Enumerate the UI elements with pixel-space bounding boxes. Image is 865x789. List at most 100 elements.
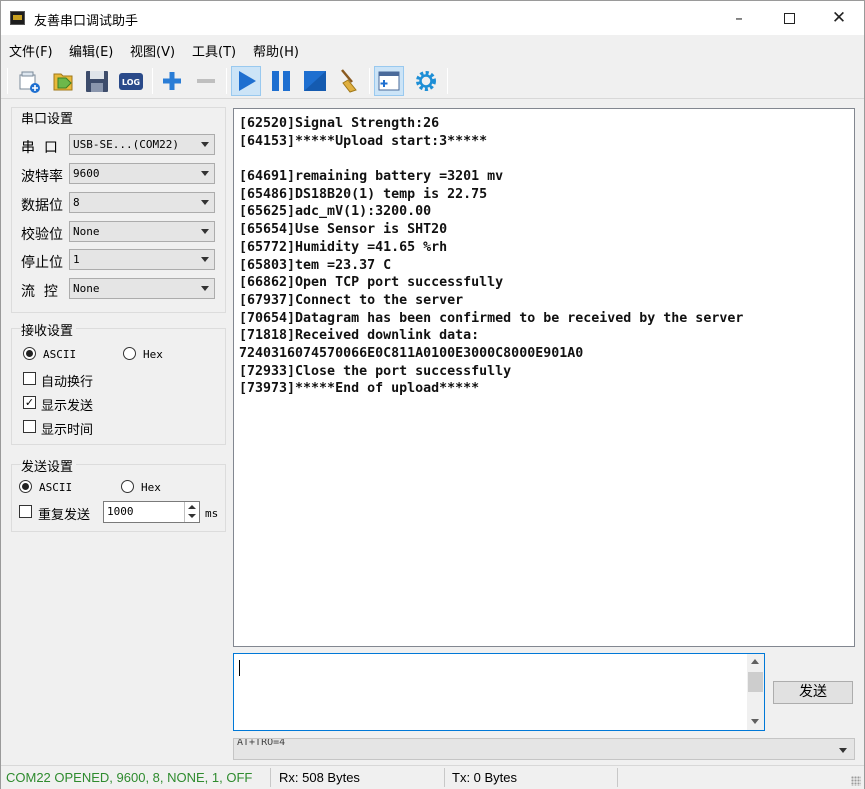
send-history-select[interactable]: AT+TRO=4 <box>233 738 855 760</box>
log-line: [62520]Signal Strength:26 <box>239 116 440 131</box>
minimize-button[interactable]: – <box>714 1 764 35</box>
menu-tools[interactable]: 工具(T) <box>192 41 236 60</box>
show-time-label: 显示时间 <box>41 423 94 438</box>
auto-wrap-checkbox[interactable] <box>23 372 36 385</box>
menu-file[interactable]: 文件(F) <box>9 41 53 60</box>
baudrate-select[interactable]: 9600 <box>69 163 215 184</box>
port-value: USB-SE...(COM22) <box>73 138 179 151</box>
chevron-down-icon <box>201 171 209 176</box>
chevron-down-icon <box>201 142 209 147</box>
save-button[interactable] <box>82 66 112 96</box>
resize-grip-icon[interactable] <box>851 776 861 786</box>
interval-stepper[interactable] <box>184 502 199 522</box>
show-time-checkbox[interactable] <box>23 420 36 433</box>
toolbar-separator <box>152 68 153 94</box>
clear-button[interactable] <box>334 66 364 96</box>
scroll-down-icon[interactable] <box>751 719 759 724</box>
send-input[interactable] <box>233 653 765 731</box>
baudrate-label: 波特率 <box>21 169 63 185</box>
settings-button[interactable] <box>411 66 441 96</box>
title-bar: 友善串口调试助手 – ✕ <box>1 1 864 35</box>
chevron-down-icon <box>201 286 209 291</box>
auto-wrap-label: 自动换行 <box>41 375 94 390</box>
open-button[interactable] <box>48 66 78 96</box>
send-button[interactable]: 发送 <box>773 681 853 704</box>
scroll-thumb[interactable] <box>748 672 763 692</box>
stopbits-select[interactable]: 1 <box>69 249 215 270</box>
menu-help[interactable]: 帮助(H) <box>253 41 299 60</box>
log-button[interactable]: LOG <box>116 66 146 96</box>
new-window-button[interactable] <box>374 66 404 96</box>
tx-count: Tx: 0 Bytes <box>452 770 518 785</box>
log-line: [64691]remaining battery =3201 mv <box>239 169 504 185</box>
port-label: 串 口 <box>21 140 58 156</box>
stop-button[interactable] <box>300 66 330 96</box>
menu-bar: 文件(F) 编辑(E) 视图(V) 工具(T) 帮助(H) <box>1 37 864 61</box>
new-window-icon <box>378 71 400 91</box>
toolbar-separator <box>369 68 370 94</box>
new-session-button[interactable] <box>14 66 44 96</box>
repeat-send-checkbox[interactable] <box>19 505 32 518</box>
parity-select[interactable]: None <box>69 221 215 242</box>
log-line: [73973]*****End of upload***** <box>239 381 480 397</box>
flowcontrol-select[interactable]: None <box>69 278 215 299</box>
send-hex-radio[interactable] <box>121 480 134 493</box>
receive-hex-label: Hex <box>143 348 163 361</box>
repeat-interval-input[interactable]: 1000 <box>103 501 200 523</box>
repeat-interval-value: 1000 <box>107 505 134 518</box>
port-select[interactable]: USB-SE...(COM22) <box>69 134 215 155</box>
status-divider <box>617 768 618 787</box>
stepper-down-icon[interactable] <box>188 514 196 518</box>
receive-hex-radio[interactable] <box>123 347 136 360</box>
pause-button[interactable] <box>266 66 296 96</box>
send-history-value: AT+TRO=4 <box>237 738 286 748</box>
text-caret <box>239 660 240 676</box>
send-hex-label: Hex <box>141 481 161 494</box>
log-line: 7240316074570066E0C811A0100E3000C8000E90… <box>239 345 584 361</box>
send-ascii-label: ASCII <box>39 481 73 494</box>
remove-button[interactable] <box>191 66 221 96</box>
toolbar-grip <box>7 68 8 94</box>
clear-broom-icon <box>341 69 357 93</box>
stepper-up-icon[interactable] <box>188 505 196 509</box>
interval-unit: ms <box>205 507 219 520</box>
flowcontrol-label: 流 控 <box>21 284 58 300</box>
status-divider <box>270 768 271 787</box>
chevron-down-icon <box>839 748 847 753</box>
show-send-checkbox[interactable]: ✓ <box>23 396 36 409</box>
svg-text:LOG: LOG <box>122 78 140 87</box>
add-icon <box>163 72 181 90</box>
parity-label: 校验位 <box>21 227 63 243</box>
databits-select[interactable]: 8 <box>69 192 215 213</box>
send-ascii-radio[interactable] <box>19 480 32 493</box>
scroll-up-icon[interactable] <box>751 659 759 664</box>
new-session-icon <box>19 71 40 93</box>
log-icon: LOG <box>119 73 143 90</box>
log-line: [65486]DS18B20(1) temp is 22.75 <box>239 186 488 202</box>
log-line: [67937]Connect to the server <box>239 292 464 308</box>
close-button[interactable]: ✕ <box>814 1 864 35</box>
maximize-button[interactable] <box>764 1 814 35</box>
flowcontrol-value: None <box>73 282 100 295</box>
log-line: [72933]Close the port successfully <box>239 363 512 379</box>
menu-view[interactable]: 视图(V) <box>130 41 175 60</box>
databits-value: 8 <box>73 196 80 209</box>
receive-log[interactable]: [62520]Signal Strength:26 [64153]*****Upl… <box>233 108 855 647</box>
play-button[interactable] <box>231 66 261 96</box>
log-line: [65625]adc_mV(1):3200.00 <box>239 204 432 220</box>
open-icon <box>53 73 73 91</box>
maximize-icon <box>783 13 795 24</box>
port-status: COM22 OPENED, 9600, 8, NONE, 1, OFF <box>6 770 253 785</box>
save-icon <box>86 71 108 92</box>
log-line: [65803]tem =23.37 C <box>239 257 392 273</box>
chevron-down-icon <box>201 229 209 234</box>
receive-ascii-radio[interactable] <box>23 347 36 360</box>
serial-settings-title: 串口设置 <box>21 112 74 127</box>
play-icon <box>239 71 256 91</box>
app-logo-icon <box>10 11 25 25</box>
add-button[interactable] <box>157 66 187 96</box>
menu-edit[interactable]: 编辑(E) <box>69 41 113 60</box>
parity-value: None <box>73 225 100 238</box>
send-input-scrollbar[interactable] <box>747 654 764 730</box>
